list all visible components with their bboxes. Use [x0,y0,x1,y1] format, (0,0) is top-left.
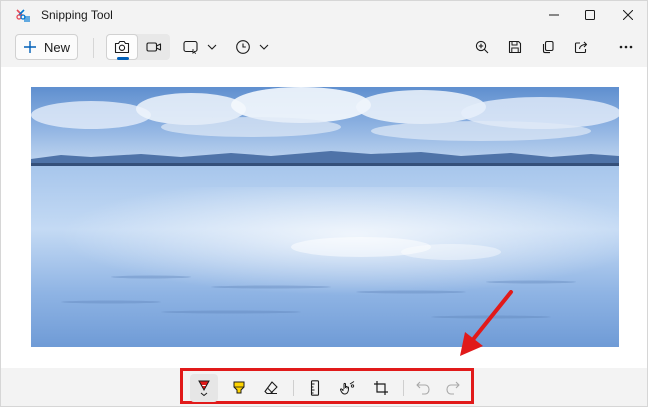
copy-button[interactable] [535,35,561,59]
annotation-arrow [460,290,513,356]
new-button[interactable]: New [15,34,78,60]
markup-divider [293,380,294,396]
redo-icon [446,381,460,395]
snip-mode-button[interactable] [106,34,138,60]
eraser-icon [264,381,278,395]
main-toolbar: New [1,29,647,67]
clock-icon [236,40,250,54]
save-icon [508,40,522,54]
captured-lake-image [31,87,619,347]
plus-icon [24,41,36,53]
title-bar: Snipping Tool [1,1,647,29]
chevron-down-icon [207,44,217,50]
window-title: Snipping Tool [41,8,113,22]
crop-button[interactable] [367,374,395,402]
ballpoint-pen-button[interactable] [190,374,218,402]
highlighter-icon [233,381,245,394]
chevron-down-icon [259,44,269,50]
ruler-button[interactable] [301,374,329,402]
camera-icon [114,40,130,54]
touch-writing-button[interactable] [333,374,361,402]
close-button[interactable] [605,1,648,29]
maximize-icon [585,10,595,20]
markup-toolbar [180,368,474,404]
video-icon [146,42,162,52]
more-options-button[interactable] [613,35,639,59]
pen-icon [198,380,210,397]
highlighter-button[interactable] [225,374,253,402]
touch-writing-icon [339,381,355,395]
save-button[interactable] [502,35,528,59]
snip-canvas[interactable] [1,67,647,368]
eraser-button[interactable] [257,374,285,402]
zoom-in-icon [475,40,489,54]
zoom-button[interactable] [469,35,495,59]
markup-divider [403,380,404,396]
crop-icon [374,381,388,395]
close-icon [623,10,633,20]
redo-button[interactable] [439,374,467,402]
share-icon [574,41,587,54]
share-button[interactable] [568,35,594,59]
snipping-tool-window: Snipping Tool New [0,0,648,407]
snip-shape-dropdown[interactable] [181,35,219,59]
app-icon [16,9,30,22]
copy-icon [542,40,554,54]
new-button-label: New [44,39,71,55]
undo-button[interactable] [409,374,437,402]
ruler-icon [310,380,320,396]
more-icon [619,45,633,49]
toolbar-divider [93,38,94,58]
active-mode-indicator [117,57,129,60]
minimize-icon [549,14,559,16]
undo-icon [416,381,430,395]
delay-dropdown[interactable] [233,35,271,59]
rectangle-snip-icon [183,40,198,54]
capture-mode-toggle [106,34,170,60]
record-mode-button[interactable] [138,34,170,60]
